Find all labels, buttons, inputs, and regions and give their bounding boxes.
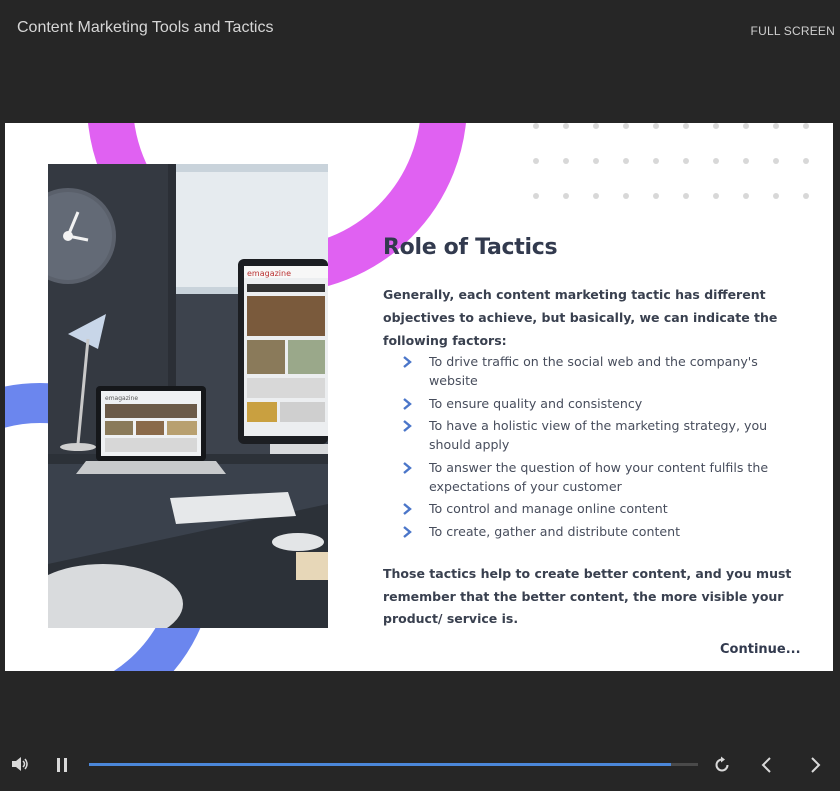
monitor-brand-text: emagazine: [247, 269, 291, 278]
chevron-right-icon: [403, 420, 412, 433]
decorative-dot: [533, 158, 539, 164]
previous-icon[interactable]: [760, 756, 774, 778]
list-item: To control and manage online content: [383, 499, 803, 518]
decorative-dot: [533, 123, 539, 129]
decorative-dot: [533, 193, 539, 199]
decorative-dot: [623, 158, 629, 164]
decorative-dot: [713, 193, 719, 199]
decorative-dot: [743, 123, 749, 129]
decorative-dot: [653, 158, 659, 164]
replay-icon[interactable]: [713, 756, 731, 778]
list-item-text: To control and manage online content: [429, 501, 668, 517]
slide-title: Role of Tactics: [383, 235, 558, 260]
volume-icon[interactable]: [11, 756, 31, 776]
decorative-dot: [743, 158, 749, 164]
next-icon[interactable]: [808, 756, 822, 778]
decorative-dot: [773, 193, 779, 199]
continue-link[interactable]: Continue...: [720, 642, 801, 657]
decorative-dot: [713, 123, 719, 129]
decorative-dot: [563, 123, 569, 129]
slide-canvas: emagazine emagazine Role of Tactics Gene…: [5, 123, 833, 671]
decorative-dot: [653, 123, 659, 129]
intro-paragraph: Generally, each content marketing tactic…: [383, 287, 778, 348]
decorative-dot: [563, 158, 569, 164]
factors-list: To drive traffic on the social web and t…: [383, 352, 803, 545]
list-item-text: To answer the question of how your conte…: [429, 459, 769, 494]
laptop-brand-text: emagazine: [105, 395, 138, 402]
list-item: To create, gather and distribute content: [383, 522, 803, 541]
decorative-dot: [593, 123, 599, 129]
decorative-dot: [653, 193, 659, 199]
list-item: To drive traffic on the social web and t…: [383, 352, 803, 390]
list-item-text: To have a holistic view of the marketing…: [429, 418, 768, 453]
chevron-right-icon: [403, 397, 412, 410]
decorative-dot: [593, 193, 599, 199]
decorative-dot: [743, 193, 749, 199]
list-item-text: To ensure quality and consistency: [429, 395, 643, 411]
chevron-right-icon: [403, 461, 412, 474]
chevron-right-icon: [403, 356, 412, 368]
progress-fill: [89, 763, 671, 766]
list-item-text: To drive traffic on the social web and t…: [429, 354, 758, 388]
decorative-dot: [593, 158, 599, 164]
decorative-dot: [803, 158, 809, 164]
decorative-dot: [803, 193, 809, 199]
decorative-dot: [773, 123, 779, 129]
decorative-dot: [803, 123, 809, 129]
list-item-text: To create, gather and distribute content: [429, 523, 681, 539]
chevron-right-icon: [403, 503, 412, 516]
list-item: To have a holistic view of the marketing…: [383, 416, 803, 454]
decorative-dot: [713, 158, 719, 164]
decorative-dot: [683, 123, 689, 129]
player-controls: [0, 740, 840, 790]
decorative-dot: [623, 123, 629, 129]
list-item: To ensure quality and consistency: [383, 394, 803, 413]
chevron-right-icon: [403, 526, 412, 538]
course-title: Content Marketing Tools and Tactics: [17, 19, 274, 36]
decorative-dot-grid: [533, 123, 823, 203]
office-desk-illustration: emagazine emagazine: [48, 164, 328, 628]
decorative-dot: [563, 193, 569, 199]
decorative-dot: [683, 193, 689, 199]
office-desk-photo: emagazine emagazine: [48, 164, 328, 628]
decorative-dot: [623, 193, 629, 199]
list-item: To answer the question of how your conte…: [383, 458, 803, 496]
fullscreen-button[interactable]: FULL SCREEN: [751, 24, 835, 38]
top-bar: Content Marketing Tools and Tactics FULL…: [0, 0, 840, 60]
pause-icon[interactable]: [56, 757, 68, 777]
decorative-dot: [773, 158, 779, 164]
conclusion-paragraph: Those tactics help to create better cont…: [383, 566, 792, 626]
decorative-dot: [683, 158, 689, 164]
progress-bar[interactable]: [89, 763, 698, 766]
